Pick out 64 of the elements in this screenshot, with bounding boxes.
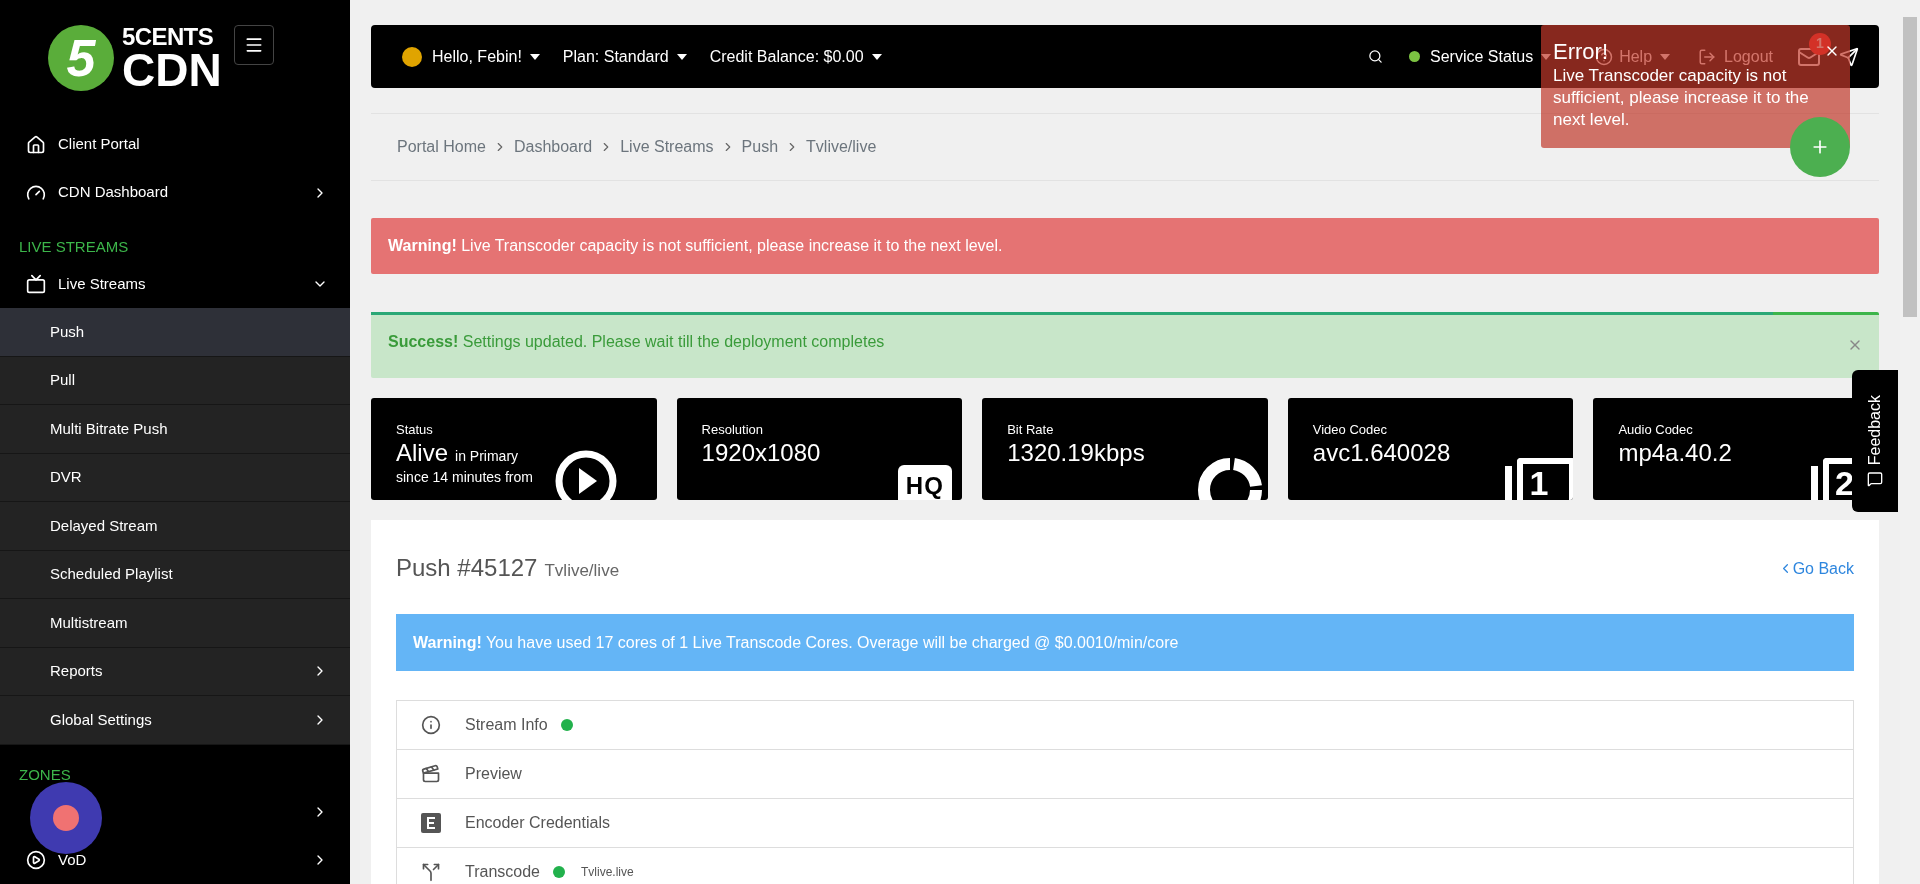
accordion-row[interactable]: Stream Info (397, 701, 1853, 750)
section-heading: LIVE STREAMS (18, 236, 130, 257)
accordion-row[interactable]: Preview (397, 750, 1853, 799)
panel-subtitle: Tvlive/live (544, 560, 620, 582)
stat-value: mp4a.40.2 (1618, 438, 1732, 468)
toast-title: Error! (1553, 39, 1608, 65)
alert-message: Warning! Live Transcoder capacity is not sufficient, please increase it to the next level. (388, 236, 1003, 256)
submenu-item[interactable]: Reports (0, 647, 350, 696)
clapperboard-icon (421, 764, 441, 784)
play-icon (26, 850, 46, 870)
credit-menu[interactable]: Credit Balance: $0.00 (709, 44, 882, 69)
notice-text: Warning! You have used 17 cores of 1 Live Transcode Cores. Overage will be charged @ $0.0010/min/core (413, 632, 1179, 653)
submenu-item[interactable]: Delayed Stream (0, 502, 350, 551)
sidebar-item[interactable]: VoD (0, 836, 350, 884)
menu-button[interactable] (233, 25, 274, 65)
stat-label: Resolution (701, 422, 764, 438)
sidebar-item[interactable]: Client Portal (0, 120, 350, 169)
transcode-profile: Tvlive.live (581, 864, 634, 881)
accordion-row[interactable]: Encoder Credentials (397, 799, 1853, 848)
stat-value: 1920x1080 (701, 438, 821, 468)
hq-icon: HQ (897, 465, 953, 500)
split-arrow-icon (421, 862, 441, 882)
panel-title: Push #45127 (396, 553, 538, 583)
sun-icon (402, 46, 422, 67)
add-button[interactable] (1790, 117, 1850, 177)
breadcrumb-link[interactable]: Dashboard (513, 135, 593, 159)
caret-icon (529, 53, 540, 60)
caret-icon (676, 53, 687, 60)
submenu-item[interactable]: Pull (0, 356, 350, 405)
alert-message: Success! Settings updated. Please wait till the deployment completes (388, 331, 885, 352)
breadcrumb-link[interactable]: Push (741, 135, 779, 159)
feedback-icon (1867, 471, 1883, 488)
search-icon[interactable] (1368, 49, 1383, 64)
feedback-tab[interactable]: Feedback (1852, 370, 1898, 512)
stat-label: Status (396, 422, 433, 438)
sidebar-item[interactable]: CDN Dashboard (0, 168, 350, 217)
caret-icon (871, 53, 882, 60)
stat-value: avc1.640028 (1312, 438, 1451, 468)
home-icon (26, 134, 46, 155)
breadcrumb-link[interactable]: Portal Home (397, 135, 486, 159)
info-icon (421, 715, 441, 735)
tv-icon (26, 274, 46, 294)
stat-label: Audio Codec (1618, 422, 1693, 438)
breadcrumb-link[interactable]: Live Streams (620, 135, 714, 159)
go-back-link[interactable]: Go Back (1777, 556, 1854, 581)
sidebar-item[interactable]: Live Streams (0, 260, 350, 308)
submenu-item[interactable]: Scheduled Playlist (0, 550, 350, 599)
plan-menu[interactable]: Plan: Standard (562, 44, 687, 69)
stat-value: 1320.19kbps (1007, 438, 1145, 468)
submenu-item[interactable]: Multistream (0, 599, 350, 648)
submenu-item[interactable]: DVR (0, 453, 350, 502)
section-heading: ZONES (18, 764, 72, 785)
submenu-item[interactable]: Global Settings (0, 696, 350, 745)
submenu-item[interactable]: Push (0, 308, 350, 357)
stat-value: Alive (396, 438, 449, 468)
stat-suffix: in Primary (455, 447, 519, 466)
stat-note: since 14 minutes from (396, 468, 533, 486)
stat-label: Bit Rate (1007, 422, 1054, 438)
stat-label: Video Codec (1312, 422, 1387, 438)
submenu-item[interactable]: Multi Bitrate Push (0, 405, 350, 454)
accordion-row[interactable]: Transcode Tvlive.live (397, 848, 1853, 884)
letter-e-icon (421, 813, 441, 833)
ring-icon (1197, 458, 1262, 500)
user-menu[interactable]: Hello, Febin! (432, 44, 540, 69)
